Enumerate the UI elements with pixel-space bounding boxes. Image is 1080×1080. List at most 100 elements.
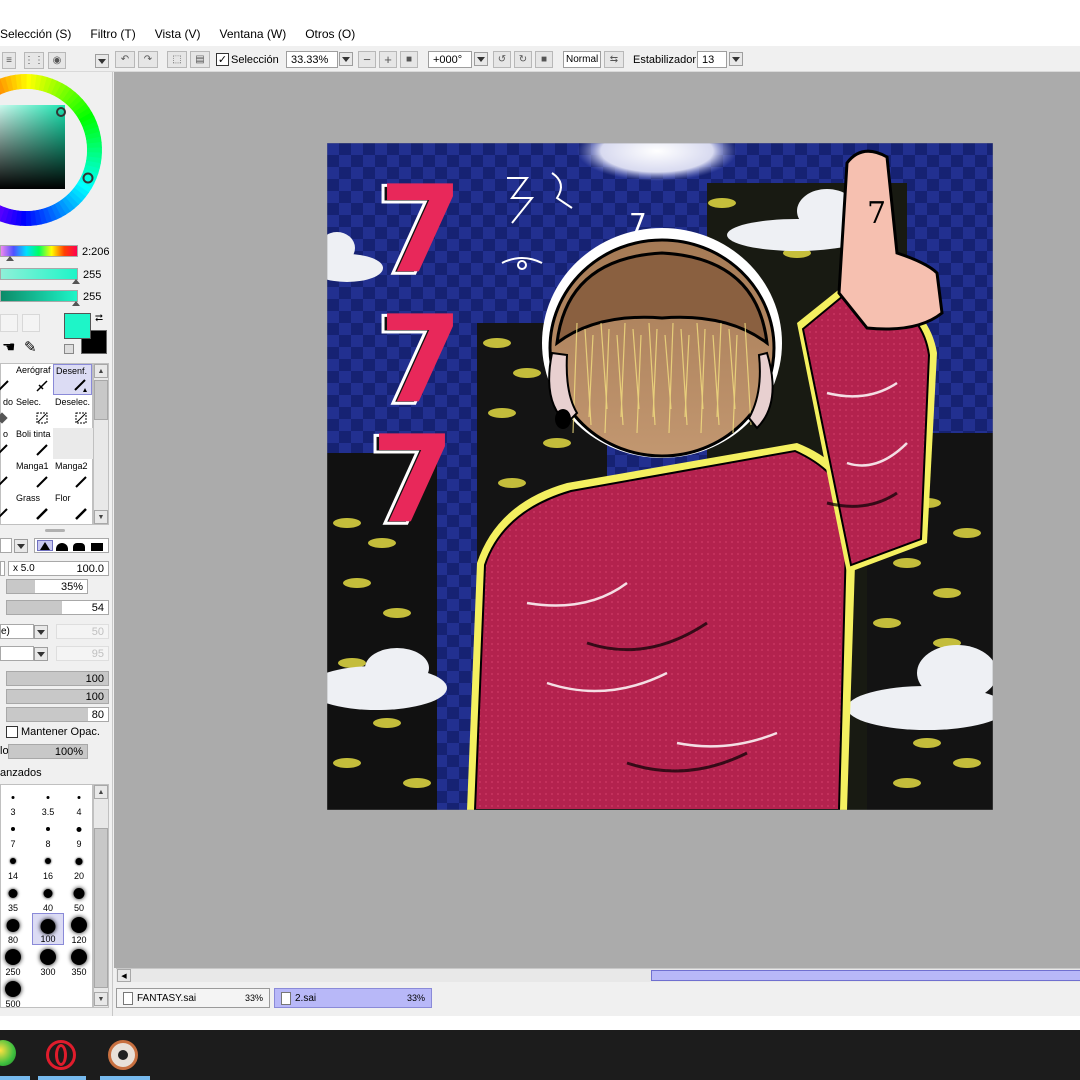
brush-size-300[interactable]: 300 xyxy=(32,945,64,977)
artwork-canvas[interactable]: 7 7 7 7 7 7 7 7 xyxy=(327,143,993,810)
saturation-slider[interactable] xyxy=(0,268,78,280)
density-field[interactable]: 54 xyxy=(6,600,109,615)
brush-size-350[interactable]: 350 xyxy=(63,945,95,977)
brush-size-20[interactable]: 20 xyxy=(63,849,95,881)
brush-shape-round[interactable] xyxy=(56,543,68,551)
tool-deselect[interactable]: Deselec. xyxy=(53,396,92,427)
tool-cell-partial[interactable] xyxy=(0,460,13,491)
menu-vista[interactable]: Vista (V) xyxy=(147,27,212,41)
invert-selection-icon[interactable]: ▤ xyxy=(190,51,210,68)
tool-cell-partial[interactable] xyxy=(0,364,14,395)
tool-cell-partial[interactable]: o xyxy=(0,428,13,459)
undo-icon[interactable]: ↶ xyxy=(115,51,135,68)
value-slider[interactable] xyxy=(0,290,78,302)
brush-mode-dropdown[interactable] xyxy=(14,539,28,553)
brush-size-8[interactable]: 8 xyxy=(32,817,64,849)
file-tab-fantasy[interactable]: FANTASY.sai 33% xyxy=(116,988,270,1008)
rotation-dropdown[interactable] xyxy=(474,52,488,66)
zoom-dropdown[interactable] xyxy=(339,52,353,66)
swap-colors-icon[interactable]: ⮂ xyxy=(95,313,103,324)
texture-field[interactable]: e) xyxy=(0,624,34,639)
brush-size-4[interactable]: 4 xyxy=(63,785,95,817)
scroll-up-icon[interactable]: ▲ xyxy=(94,364,108,378)
brush-param-2[interactable]: 100 xyxy=(6,689,109,704)
redo-icon[interactable]: ↷ xyxy=(138,51,158,68)
tool-airbrush[interactable]: Aerógraf xyxy=(14,364,53,395)
swatch-slot[interactable] xyxy=(0,314,18,332)
flip-horizontal-icon[interactable]: ⇆ xyxy=(604,51,624,68)
sai-app-icon[interactable] xyxy=(108,1040,138,1070)
brush-size-100[interactable]: 100 xyxy=(32,913,64,945)
layout-list-icon[interactable]: ≡ xyxy=(2,52,16,69)
brush-size-250[interactable]: 250 xyxy=(0,945,29,977)
brush-size-field[interactable]: x 5.0 100.0 xyxy=(8,561,109,576)
file-tab-2[interactable]: 2.sai 33% xyxy=(274,988,432,1008)
foreground-color-swatch[interactable] xyxy=(64,313,91,339)
eyedropper-icon[interactable]: ✎ xyxy=(24,338,37,356)
chrome-app-icon[interactable] xyxy=(0,1040,16,1066)
brush-size-35[interactable]: 35 xyxy=(0,881,29,913)
tool-flower[interactable]: Flor xyxy=(53,492,92,523)
selection-checkbox[interactable]: ✓ xyxy=(216,53,229,66)
opacity-field[interactable]: 100% xyxy=(8,744,88,759)
menu-filtro[interactable]: Filtro (T) xyxy=(82,27,146,41)
tool-blur[interactable]: Desenf. xyxy=(53,364,92,395)
stabilizer-dropdown[interactable] xyxy=(729,52,743,66)
scroll-down-icon[interactable]: ▼ xyxy=(94,992,108,1006)
brush-param-3[interactable]: 80 xyxy=(6,707,109,722)
brush-size-500[interactable]: 500 xyxy=(0,977,29,1009)
brush-mode-field[interactable] xyxy=(0,538,12,553)
brush-size-16[interactable]: 16 xyxy=(32,849,64,881)
tool-select[interactable]: Selec. xyxy=(14,396,53,427)
brush-shape-triangle[interactable] xyxy=(37,540,53,551)
horizontal-scroll-thumb[interactable] xyxy=(651,970,1080,981)
color-wheel[interactable] xyxy=(0,72,104,228)
deselect-icon[interactable]: ⬚ xyxy=(167,51,187,68)
canvas-workspace[interactable]: 7 7 7 7 7 7 7 7 xyxy=(114,72,1080,968)
hand-tool-icon[interactable]: ☚ xyxy=(2,338,15,356)
blend-mode-field[interactable]: Normal xyxy=(563,51,601,68)
tool-manga1[interactable]: Manga1 xyxy=(14,460,53,491)
blending-dropdown[interactable] xyxy=(34,647,48,661)
brush-size-7[interactable]: 7 xyxy=(0,817,29,849)
opera-app-icon[interactable] xyxy=(46,1040,76,1070)
blending-field[interactable] xyxy=(0,646,34,661)
texture-dropdown[interactable] xyxy=(34,625,48,639)
brush-size-50[interactable]: 50 xyxy=(63,881,95,913)
rotate-right-icon[interactable]: ↻ xyxy=(514,51,532,68)
rotation-reset-icon[interactable]: ■ xyxy=(535,51,553,68)
brush-param-1[interactable]: 100 xyxy=(6,671,109,686)
zoom-out-icon[interactable]: − xyxy=(358,51,376,68)
stabilizer-field[interactable]: 13 xyxy=(697,51,727,68)
brush-size-9[interactable]: 9 xyxy=(63,817,95,849)
tool-grass[interactable]: Grass xyxy=(14,492,53,523)
rotation-field[interactable]: +000° xyxy=(428,51,472,68)
size-lock[interactable] xyxy=(0,561,5,576)
scroll-left-icon[interactable]: ◀ xyxy=(117,969,131,982)
zoom-reset-icon[interactable]: ■ xyxy=(400,51,418,68)
brush-size-scroll-thumb[interactable] xyxy=(94,828,108,988)
brush-shape-soft[interactable] xyxy=(73,543,85,551)
brush-size-14[interactable]: 14 xyxy=(0,849,29,881)
brush-size-80[interactable]: 80 xyxy=(0,913,29,945)
panel-splitter[interactable] xyxy=(45,529,65,532)
rotate-left-icon[interactable]: ↺ xyxy=(493,51,511,68)
layout-grid-icon[interactable]: ⋮⋮ xyxy=(24,52,44,69)
swatch-slot[interactable] xyxy=(22,314,40,332)
tool-grid-scroll-thumb[interactable] xyxy=(94,380,108,420)
brush-size-3-5[interactable]: 3.5 xyxy=(32,785,64,817)
reset-colors-icon[interactable] xyxy=(64,344,74,354)
zoom-field[interactable]: 33.33% xyxy=(286,51,338,68)
navigator-dropdown[interactable] xyxy=(95,54,109,68)
tool-cell-partial[interactable] xyxy=(0,492,13,523)
tool-ink-pen[interactable]: Boli tinta xyxy=(14,428,53,459)
menu-ventana[interactable]: Ventana (W) xyxy=(212,27,298,41)
brush-size-40[interactable]: 40 xyxy=(32,881,64,913)
canvas-horizontal-scrollbar[interactable]: ◀ xyxy=(116,968,1080,982)
brush-size-120[interactable]: 120 xyxy=(63,913,95,945)
brush-shape-flat[interactable] xyxy=(91,543,103,551)
preview-toggle-icon[interactable]: ◉ xyxy=(48,52,66,69)
min-size-field[interactable]: 35% xyxy=(6,579,88,594)
menu-seleccion[interactable]: Selección (S) xyxy=(0,27,82,41)
scroll-up-icon[interactable]: ▲ xyxy=(94,785,108,799)
